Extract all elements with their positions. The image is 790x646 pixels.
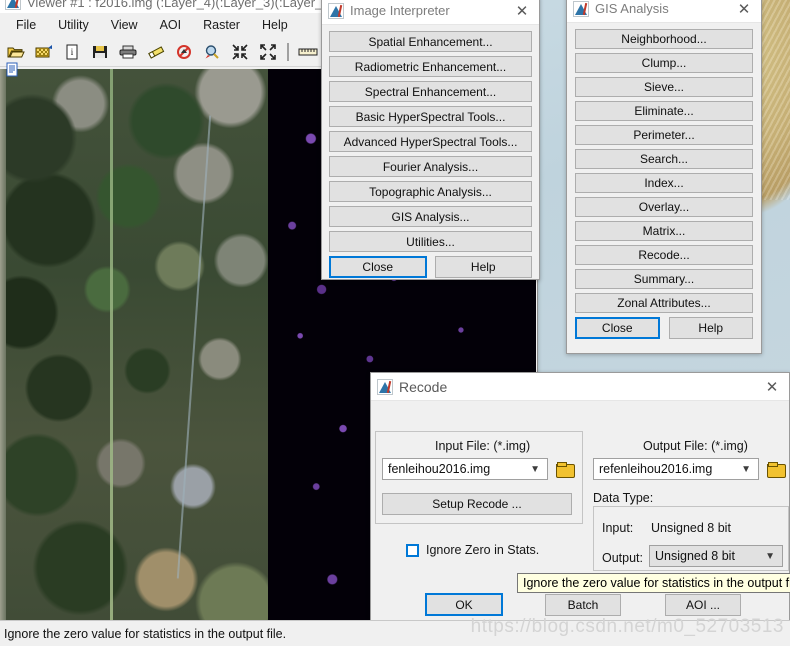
close-icon[interactable]: ✕: [505, 0, 539, 24]
image-river-feature: [176, 115, 212, 579]
image-interpreter-dialog: Image Interpreter ✕ Spatial Enhancement.…: [321, 0, 540, 280]
perimeter-button[interactable]: Perimeter...: [575, 125, 753, 145]
ok-button[interactable]: OK: [425, 593, 503, 616]
setup-recode-button[interactable]: Setup Recode ...: [382, 493, 572, 515]
satellite-image-layer: [0, 69, 268, 646]
fourier-analysis-button[interactable]: Fourier Analysis...: [329, 156, 532, 177]
help-button[interactable]: Help: [434, 256, 532, 278]
status-bar: Ignore the zero value for statistics in …: [0, 620, 790, 646]
basic-hyperspectral-tools-button[interactable]: Basic HyperSpectral Tools...: [329, 106, 532, 127]
eliminate-button[interactable]: Eliminate...: [575, 101, 753, 121]
viewer-title: Viewer #1 : f2016.img (:Layer_4)(:Layer_…: [27, 0, 334, 10]
image-interpreter-body: Spatial Enhancement... Radiometric Enhan…: [322, 25, 539, 284]
output-file-label: Output File: (*.img): [643, 439, 748, 453]
recode-body: Input File: (*.img) fenleihou2016.img ▼ …: [371, 401, 790, 646]
data-type-label: Data Type:: [593, 491, 654, 505]
matrix-button[interactable]: Matrix...: [575, 221, 753, 241]
ignore-zero-label: Ignore Zero in Stats.: [426, 543, 540, 557]
aoi-button[interactable]: AOI ...: [665, 594, 741, 616]
sieve-button[interactable]: Sieve...: [575, 77, 753, 97]
erdas-app-icon: [328, 2, 344, 19]
image-left-edge: [0, 69, 6, 646]
close-icon[interactable]: ✕: [727, 0, 761, 22]
search-button[interactable]: Search...: [575, 149, 753, 169]
zoom-icon[interactable]: [200, 40, 224, 64]
topographic-analysis-button[interactable]: Topographic Analysis...: [329, 181, 532, 202]
print-icon[interactable]: [116, 40, 140, 64]
ignore-zero-checkbox[interactable]: [406, 543, 419, 557]
output-type-label: Output:: [602, 551, 643, 565]
menu-view[interactable]: View: [100, 15, 149, 35]
status-bar-text: Ignore the zero value for statistics in …: [4, 626, 287, 641]
image-interpreter-titlebar[interactable]: Image Interpreter ✕: [322, 0, 539, 25]
close-button[interactable]: Close: [575, 317, 660, 339]
output-file-value: refenleihou2016.img: [599, 462, 713, 476]
input-type-label: Input:: [602, 521, 634, 535]
advanced-hyperspectral-tools-button[interactable]: Advanced HyperSpectral Tools...: [329, 131, 532, 152]
image-info-icon[interactable]: i: [60, 40, 84, 64]
gis-analysis-body: Neighborhood... Clump... Sieve... Elimin…: [567, 23, 761, 345]
erdas-app-icon: [377, 378, 393, 395]
dialog-title: GIS Analysis: [595, 1, 669, 16]
measure-icon[interactable]: [296, 40, 320, 64]
input-browse-icon[interactable]: [555, 461, 575, 478]
open-folder-icon[interactable]: [4, 40, 28, 64]
overlay-button[interactable]: Overlay...: [575, 197, 753, 217]
eraser-icon[interactable]: [144, 40, 168, 64]
menu-raster[interactable]: Raster: [192, 15, 251, 35]
chevron-down-icon: ▼: [765, 551, 775, 562]
toolbar-separator: [287, 42, 289, 61]
recode-dialog: Recode ✕ Input File: (*.img) fenleihou20…: [370, 372, 790, 645]
zoom-in-icon[interactable]: [228, 40, 252, 64]
no-annotation-icon[interactable]: [172, 40, 196, 64]
spectral-enhancement-button[interactable]: Spectral Enhancement...: [329, 81, 532, 102]
batch-button[interactable]: Batch: [545, 594, 621, 616]
radiometric-enhancement-button[interactable]: Radiometric Enhancement...: [329, 56, 532, 77]
clump-button[interactable]: Clump...: [575, 53, 753, 73]
save-icon[interactable]: [88, 40, 112, 64]
help-button[interactable]: Help: [668, 317, 753, 339]
chevron-down-icon: ▼: [530, 464, 540, 475]
menu-aoi[interactable]: AOI: [149, 15, 193, 35]
menu-utility[interactable]: Utility: [47, 15, 100, 35]
gis-analysis-button[interactable]: GIS Analysis...: [329, 206, 532, 227]
chevron-down-icon: ▼: [741, 464, 751, 475]
menu-file[interactable]: File: [5, 15, 47, 35]
utilities-button[interactable]: Utilities...: [329, 231, 532, 252]
ignore-zero-checkbox-row[interactable]: Ignore Zero in Stats.: [406, 543, 539, 557]
close-icon[interactable]: ✕: [755, 373, 789, 400]
recode-button[interactable]: Recode...: [575, 245, 753, 265]
output-file-combo[interactable]: refenleihou2016.img ▼: [593, 458, 759, 480]
spatial-enhancement-button[interactable]: Spatial Enhancement...: [329, 31, 532, 52]
summary-button[interactable]: Summary...: [575, 269, 753, 289]
input-file-value: fenleihou2016.img: [388, 462, 491, 476]
image-interpreter-footer: Close Help: [329, 256, 532, 278]
open-image-icon[interactable]: [32, 40, 56, 64]
document-icon[interactable]: [6, 62, 19, 80]
input-type-value: Unsigned 8 bit: [651, 521, 731, 535]
gis-analysis-titlebar[interactable]: GIS Analysis ✕: [567, 0, 761, 23]
erdas-app-icon: [5, 0, 21, 10]
gis-analysis-dialog: GIS Analysis ✕ Neighborhood... Clump... …: [566, 0, 762, 354]
dialog-title: Image Interpreter: [350, 3, 450, 18]
menu-help[interactable]: Help: [251, 15, 299, 35]
dialog-title: Recode: [399, 378, 448, 395]
output-type-value: Unsigned 8 bit: [655, 549, 735, 563]
zonal-attributes-button[interactable]: Zonal Attributes...: [575, 293, 753, 313]
index-button[interactable]: Index...: [575, 173, 753, 193]
output-browse-icon[interactable]: [766, 461, 786, 478]
input-file-label: Input File: (*.img): [435, 439, 531, 453]
recode-titlebar[interactable]: Recode ✕: [371, 373, 789, 401]
erdas-app-icon: [573, 0, 589, 17]
gis-analysis-footer: Close Help: [575, 317, 753, 339]
image-road-feature: [109, 69, 113, 646]
fit-to-frame-icon[interactable]: [256, 40, 280, 64]
input-file-combo[interactable]: fenleihou2016.img ▼: [382, 458, 548, 480]
output-type-combo[interactable]: Unsigned 8 bit ▼: [649, 545, 783, 567]
ignore-zero-tooltip: Ignore the zero value for statistics in …: [517, 573, 790, 593]
close-button[interactable]: Close: [329, 256, 427, 278]
neighborhood-button[interactable]: Neighborhood...: [575, 29, 753, 49]
